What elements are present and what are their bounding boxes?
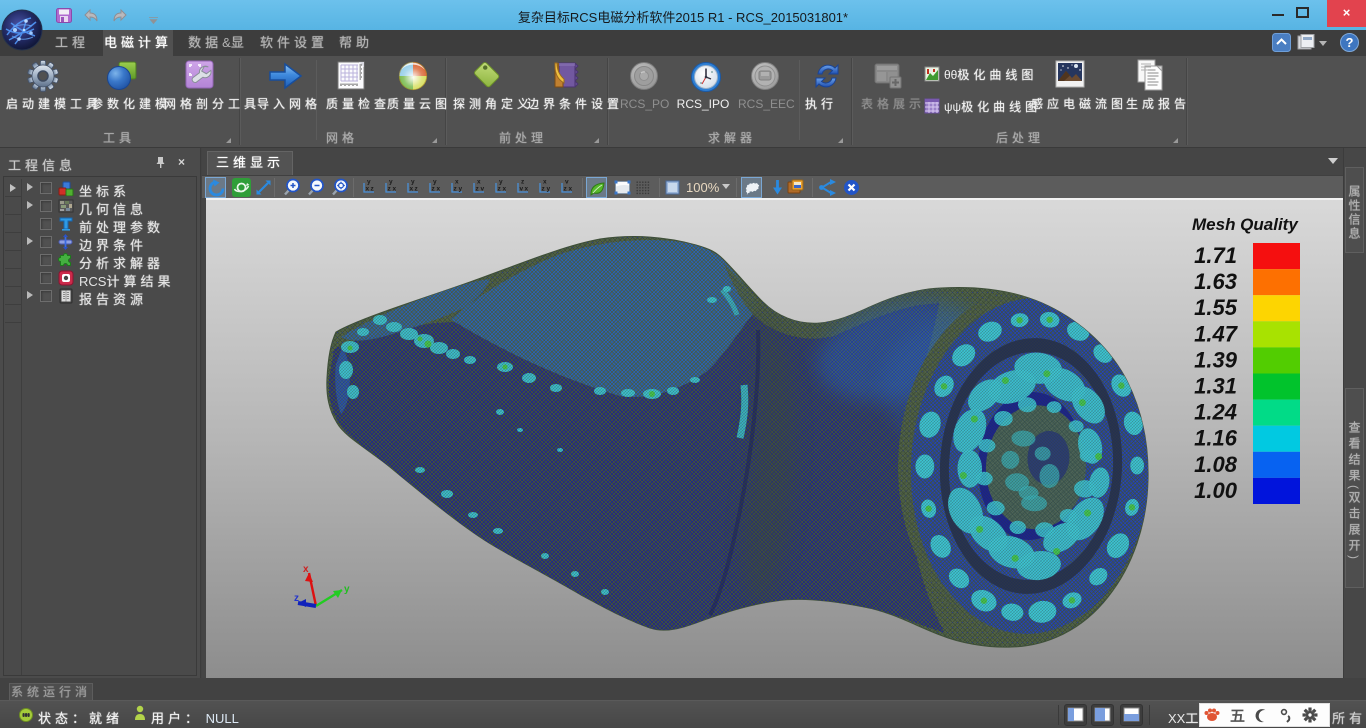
svg-text:1.47: 1.47 xyxy=(1194,321,1239,346)
svg-text:y: y xyxy=(367,179,371,186)
svg-text:x: x xyxy=(303,564,309,575)
svg-text:1.63: 1.63 xyxy=(1194,269,1237,294)
svg-text:y: y xyxy=(389,179,393,186)
svg-text:x: x xyxy=(525,186,529,193)
svg-text:y: y xyxy=(411,179,415,186)
svg-text:v: v xyxy=(565,179,569,186)
svg-text:y: y xyxy=(433,179,437,186)
svg-text:v: v xyxy=(520,186,524,193)
svg-text:x: x xyxy=(437,186,441,193)
svg-text:x: x xyxy=(543,179,547,186)
svg-text:x: x xyxy=(366,186,370,193)
svg-text:Mesh Quality: Mesh Quality xyxy=(1192,215,1299,234)
svg-text:1.39: 1.39 xyxy=(1194,347,1238,372)
svg-text:1.00: 1.00 xyxy=(1194,478,1238,503)
svg-text:y: y xyxy=(499,179,503,186)
svg-text:x: x xyxy=(410,186,414,193)
svg-text:1.16: 1.16 xyxy=(1194,426,1238,451)
svg-text:1.71: 1.71 xyxy=(1194,243,1237,268)
svg-text:y: y xyxy=(459,186,463,193)
svg-text:1.08: 1.08 xyxy=(1194,452,1238,477)
svg-text:z: z xyxy=(294,593,299,604)
svg-text:1.24: 1.24 xyxy=(1194,400,1237,425)
svg-text:?: ? xyxy=(1346,35,1354,50)
svg-text:v: v xyxy=(481,186,485,193)
svg-text:x: x xyxy=(503,186,507,193)
svg-text:x: x xyxy=(393,186,397,193)
svg-text:1.31: 1.31 xyxy=(1194,374,1237,399)
svg-text:y: y xyxy=(547,186,551,193)
svg-text:z: z xyxy=(521,179,525,186)
svg-text:1.55: 1.55 xyxy=(1194,295,1238,320)
svg-text:y: y xyxy=(344,584,350,595)
svg-text:五: 五 xyxy=(1230,708,1245,725)
svg-text:x: x xyxy=(569,186,573,193)
svg-text:x: x xyxy=(477,179,481,186)
svg-text:x: x xyxy=(455,179,459,186)
